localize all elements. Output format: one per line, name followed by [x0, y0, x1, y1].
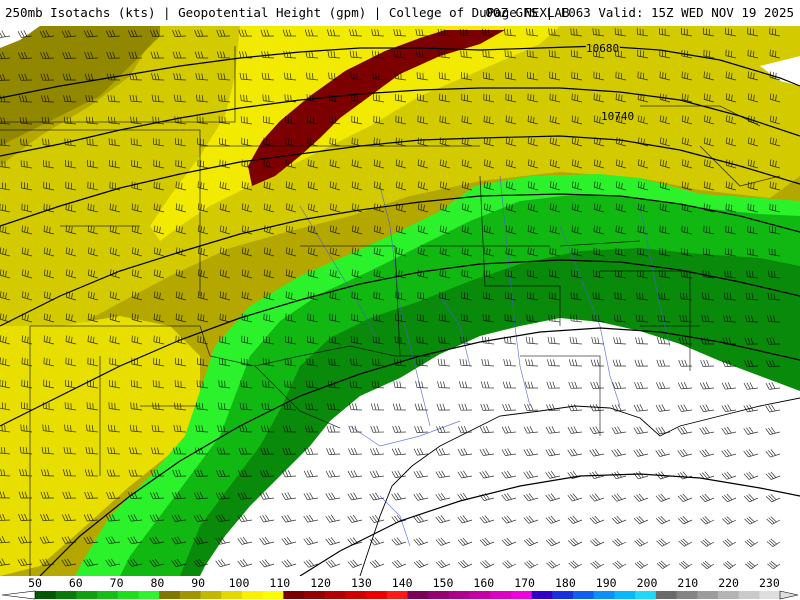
- legend-label: 210: [677, 576, 699, 590]
- legend-swatch: [138, 591, 160, 599]
- legend-swatch: [407, 591, 429, 599]
- legend-swatch: [635, 591, 657, 599]
- legend-label: 80: [150, 576, 165, 590]
- legend-swatch: [221, 591, 243, 599]
- legend-swatch: [35, 591, 57, 599]
- legend-swatch: [573, 591, 595, 599]
- legend-label: 140: [391, 576, 413, 590]
- forecast-hour: F063: [560, 5, 591, 20]
- legend-swatch: [304, 591, 326, 599]
- legend-swatch: [283, 591, 305, 599]
- legend-swatch: [55, 591, 77, 599]
- legend-label: 120: [310, 576, 331, 590]
- product-subtitle: Geopotential Height (gpm): [178, 5, 367, 20]
- legend-swatch: [738, 591, 760, 599]
- legend-swatch: [490, 591, 512, 599]
- legend-arrow-low: [1, 590, 36, 600]
- header-right: 00Z GFS | F063 Valid: 15Z WED NOV 19 202…: [485, 5, 794, 20]
- isotach-color-scale: [1, 590, 799, 600]
- legend-swatch: [262, 591, 284, 599]
- legend-label: 220: [718, 576, 739, 590]
- legend-swatch: [552, 591, 574, 599]
- legend-label: 130: [351, 576, 372, 590]
- legend-swatch: [448, 591, 471, 599]
- legend-label: 190: [595, 576, 617, 590]
- legend-label: 70: [109, 576, 124, 590]
- legend-label: 110: [269, 576, 291, 590]
- legend-swatch: [676, 591, 698, 599]
- legend-swatch: [510, 591, 533, 599]
- legend-label: 100: [228, 576, 250, 590]
- legend-arrow-high: [779, 590, 799, 600]
- legend-swatch: [428, 591, 450, 599]
- legend-label: 90: [191, 576, 206, 590]
- legend-swatch: [179, 591, 202, 599]
- legend-swatch: [531, 591, 553, 599]
- product-title: 250mb Isotachs (kts): [5, 5, 156, 20]
- weather-map-page: 250mb Isotachs (kts) | Geopotential Heig…: [0, 0, 800, 600]
- model-run: 00Z GFS: [485, 5, 539, 20]
- legend-label: 60: [68, 576, 83, 590]
- legend-swatch: [76, 591, 98, 599]
- legend-swatch: [717, 591, 740, 599]
- legend-swatch: [117, 591, 139, 599]
- legend-swatch: [97, 591, 119, 599]
- contour-label-10680: 10680: [586, 42, 619, 55]
- legend-swatch: [200, 591, 222, 599]
- legend-swatch: [697, 591, 719, 599]
- legend-swatch: [759, 591, 781, 599]
- legend-swatch: [241, 591, 264, 599]
- legend-swatch: [469, 591, 491, 599]
- legend-swatch: [159, 591, 181, 599]
- map-header: 250mb Isotachs (kts) | Geopotential Heig…: [0, 0, 800, 26]
- legend-label: 180: [555, 576, 576, 590]
- legend-label: 170: [514, 576, 535, 590]
- legend-swatch: [386, 591, 408, 599]
- legend-label: 160: [473, 576, 495, 590]
- legend-swatch: [655, 591, 678, 599]
- legend-swatch: [593, 591, 615, 599]
- valid-time: Valid: 15Z WED NOV 19 2025: [598, 5, 794, 20]
- legend-swatch: [614, 591, 636, 599]
- legend-swatch: [345, 591, 367, 599]
- legend-swatch: [324, 591, 346, 599]
- isotach-map: 10680 10740: [0, 26, 800, 576]
- legend-labels: 50 60 70 80 90 100 110 120 130 140 150 160 170 180 190…: [0, 576, 800, 590]
- legend-label: 50: [28, 576, 42, 590]
- legend-label: 150: [432, 576, 454, 590]
- legend-swatch: [366, 591, 388, 599]
- contour-label-10740: 10740: [601, 110, 634, 123]
- legend-label: 200: [636, 576, 658, 590]
- legend-label: 230: [759, 576, 780, 590]
